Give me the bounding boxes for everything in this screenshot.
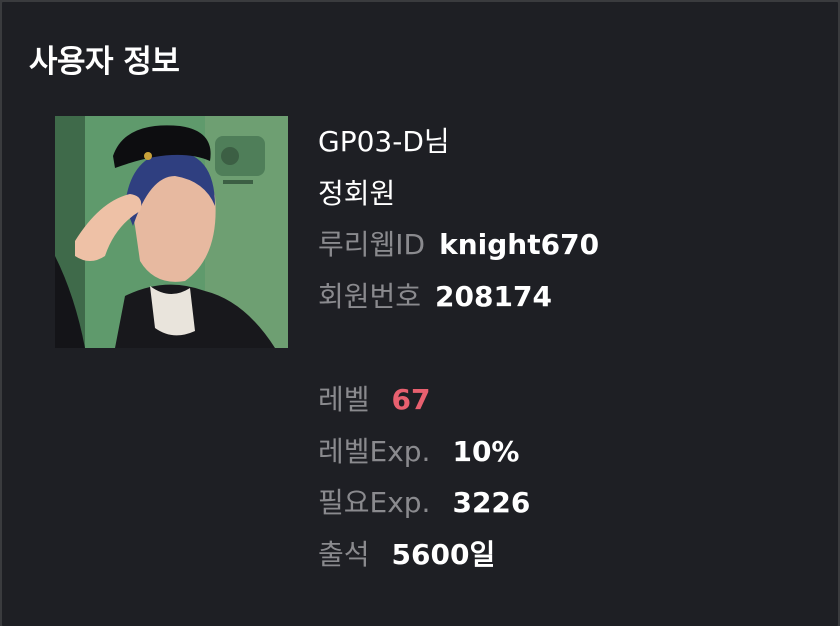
attendance-row: 출석 5600일 — [318, 537, 495, 573]
ruliweb-id-value: knight670 — [439, 228, 600, 261]
need-exp-row: 필요Exp. 3226 — [318, 485, 530, 521]
member-number-label: 회원번호 — [318, 280, 422, 313]
need-exp-label: 필요Exp. — [318, 486, 431, 519]
member-number-value: 208174 — [435, 280, 552, 313]
level-value: 67 — [391, 383, 431, 416]
avatar — [55, 116, 288, 348]
level-exp-label: 레벨Exp. — [318, 435, 431, 468]
level-row: 레벨 67 — [318, 382, 431, 418]
level-exp-value: 10% — [452, 435, 520, 468]
avatar-illustration — [55, 116, 288, 348]
attendance-label: 출석 — [318, 538, 370, 571]
ruliweb-id-row: 루리웹ID knight670 — [318, 227, 599, 263]
member-number-row: 회원번호 208174 — [318, 279, 552, 315]
user-info-panel: 사용자 정보 GP03-D님 정회원 루리웹ID knight670 회원번호 20… — [2, 2, 838, 626]
nickname: GP03-D님 — [318, 125, 450, 158]
attendance-value: 5600일 — [391, 538, 496, 571]
level-label: 레벨 — [318, 383, 370, 416]
need-exp-value: 3226 — [452, 486, 531, 519]
level-exp-row: 레벨Exp. 10% — [318, 434, 520, 470]
member-grade: 정회원 — [318, 177, 396, 210]
panel-title: 사용자 정보 — [29, 44, 180, 80]
ruliweb-id-label: 루리웹ID — [318, 228, 426, 261]
